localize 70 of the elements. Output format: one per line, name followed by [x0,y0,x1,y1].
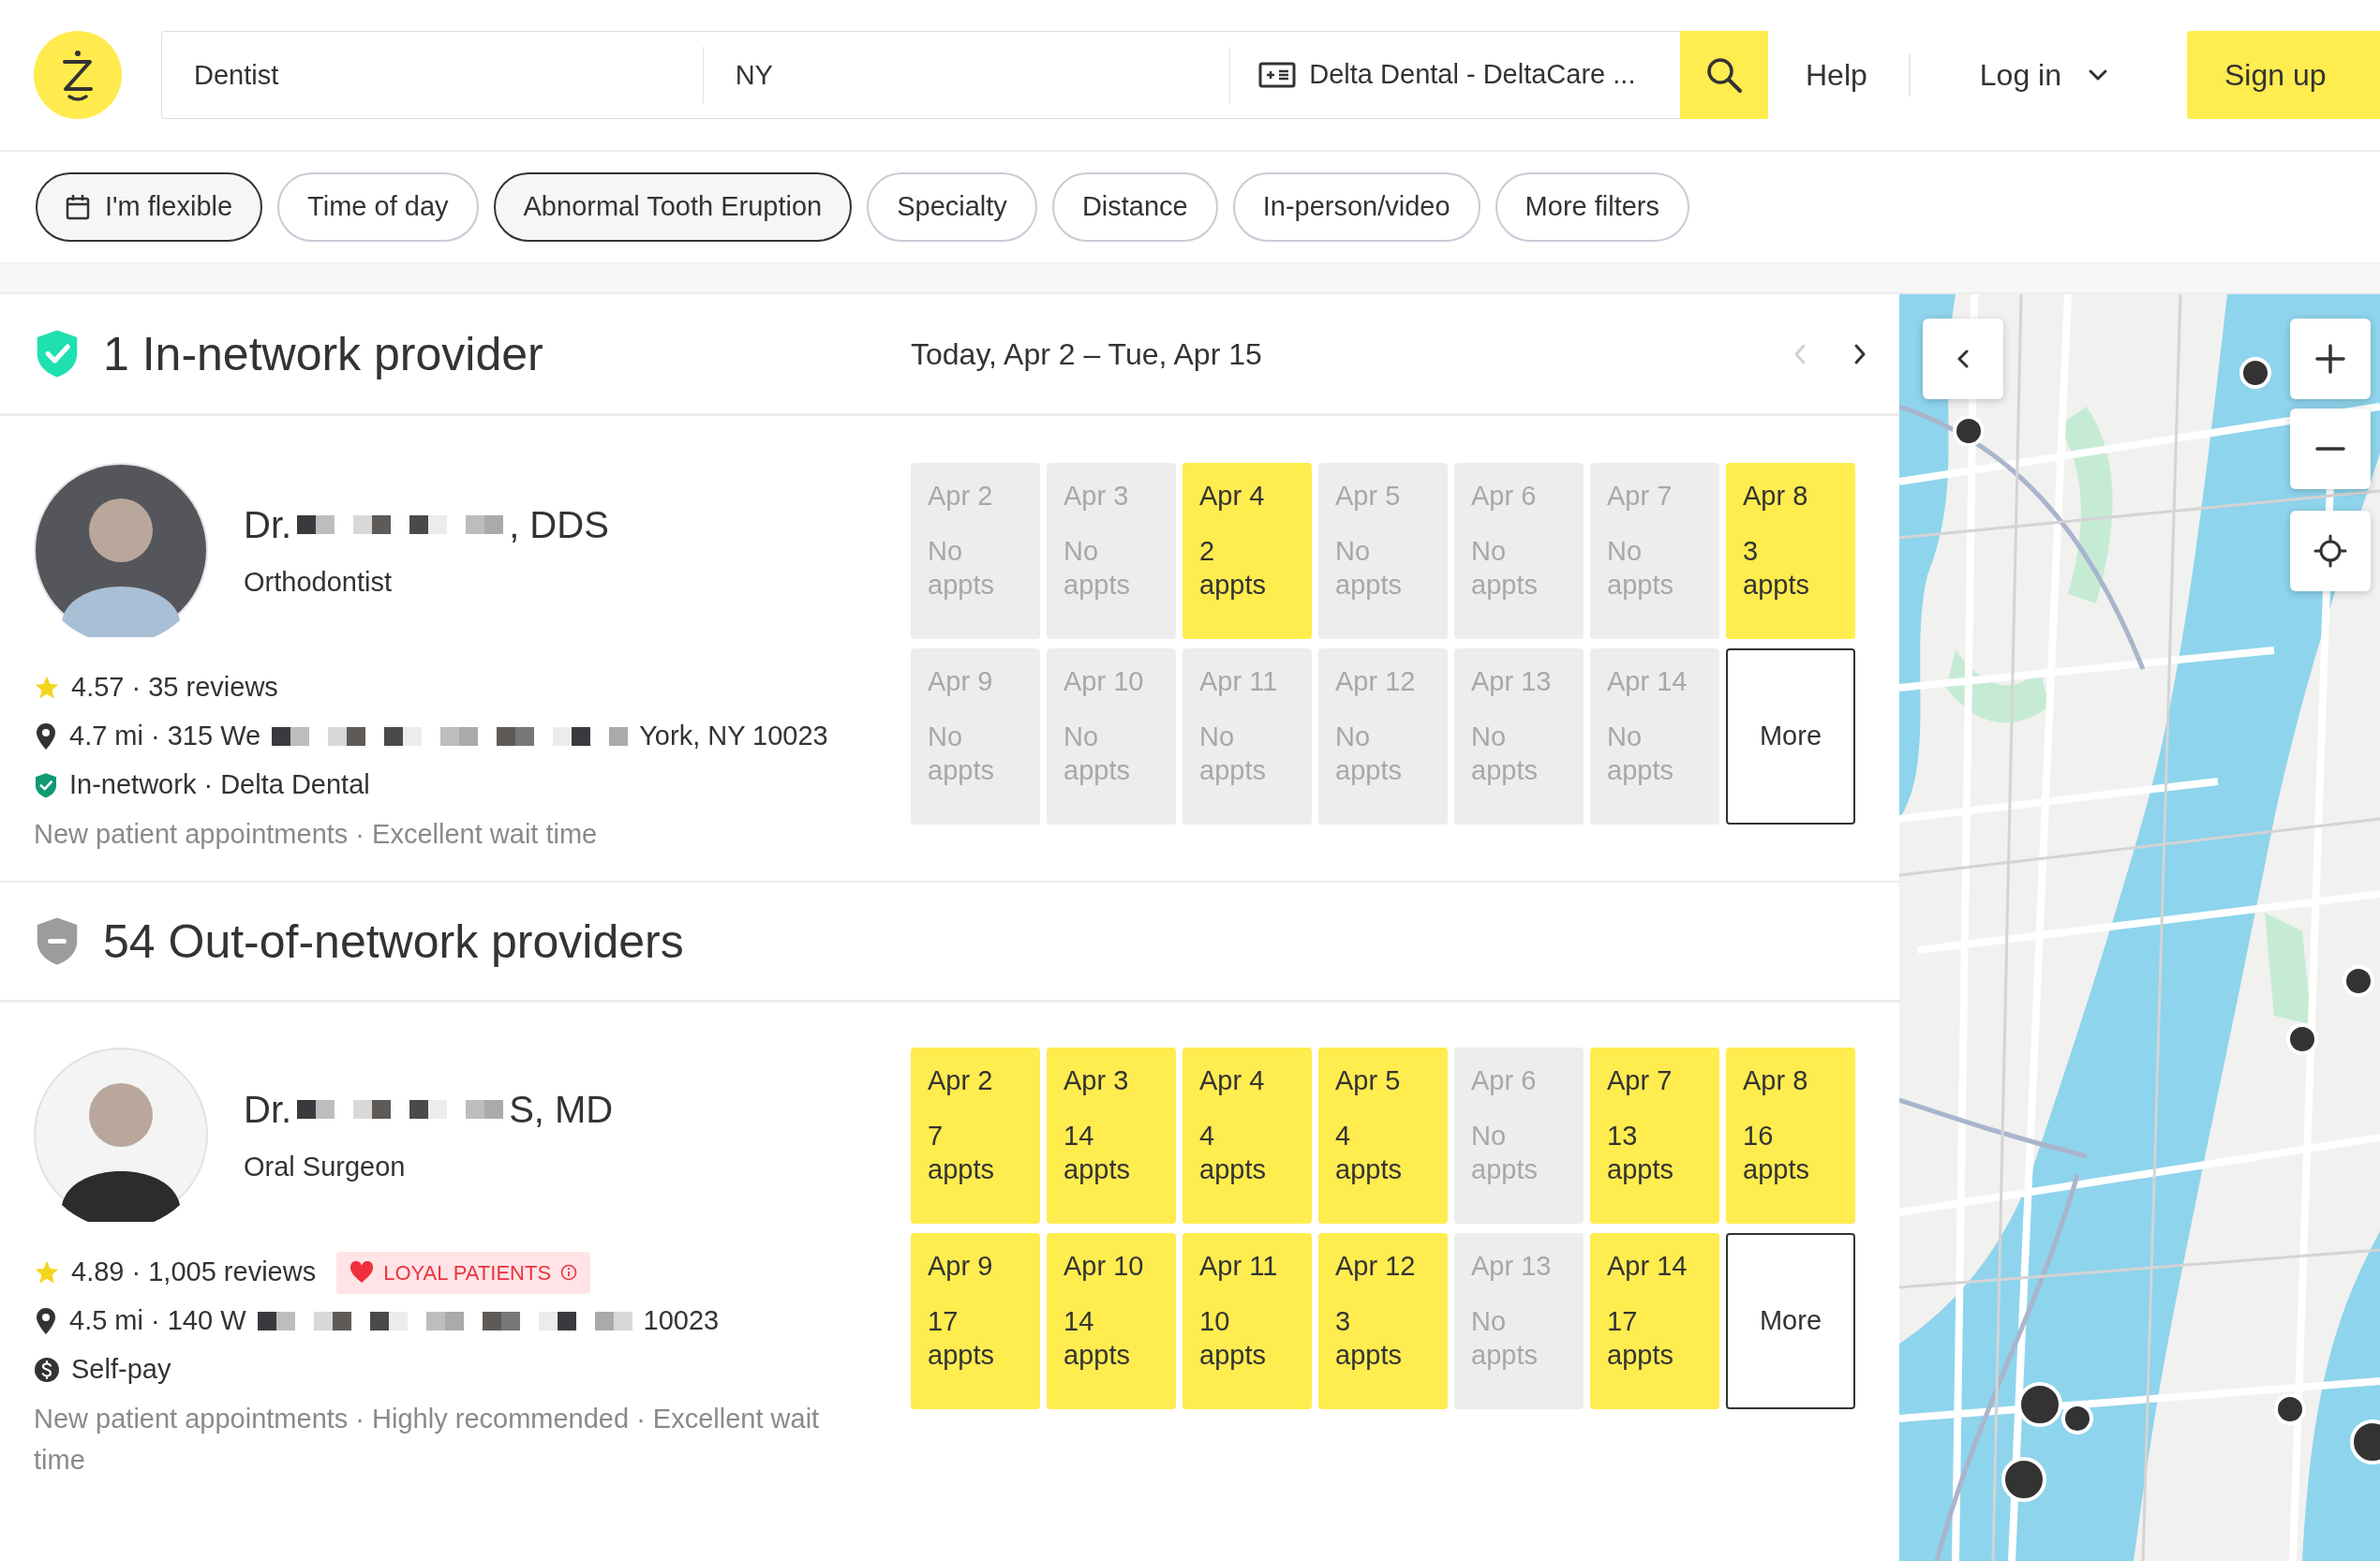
location-pin-icon [34,722,58,751]
star-icon [34,675,60,701]
more-button[interactable]: More [1726,1233,1855,1409]
chevron-left-icon [1957,349,1969,368]
day-slot[interactable]: Apr 12 3 appts [1318,1233,1448,1409]
sign-up-button[interactable]: Sign up [2187,31,2380,119]
day-slot[interactable]: Apr 11 10 appts [1183,1233,1312,1409]
insurance-selector[interactable]: Delta Dental - DeltaCare ... [1230,31,1680,119]
filter-chip[interactable]: Specialty [867,172,1037,242]
day-slot[interactable]: Apr 8 16 appts [1726,1048,1855,1224]
provider-specialty: Orthodontist [244,566,393,600]
day-slot[interactable]: Apr 3 14 appts [1047,1048,1176,1224]
crosshair-icon [2313,534,2347,568]
date-range: Today, Apr 2 – Tue, Apr 15 [911,335,1262,373]
day-slot[interactable]: Apr 7 13 appts [1590,1048,1719,1224]
locate-button[interactable] [2290,511,2371,591]
filter-chip[interactable]: Abnormal Tooth Eruption [493,172,853,242]
chevron-left-icon [1792,342,1807,365]
id-card-icon [1258,61,1297,89]
provider-name: S, MD [509,1088,614,1133]
provider-highlights: New patient appointments · Excellent wait time [34,818,599,851]
rating: 4.57 · 35 reviews [71,671,278,705]
loyal-patients-badge: LOYAL PATIENTS [336,1251,591,1294]
help-link[interactable]: Help [1806,52,1867,97]
day-slot[interactable]: Apr 9 17 appts [911,1233,1040,1409]
section-heading: 54 Out-of-network providers [103,914,684,970]
star-icon [34,1259,60,1286]
logo[interactable] [34,31,122,119]
minus-icon [2315,446,2345,452]
filter-chip[interactable]: More filters [1495,172,1690,242]
dollar-icon [34,1357,60,1383]
more-button[interactable]: More [1726,648,1855,825]
address-text: 4.5 mi · 140 W [69,1304,246,1338]
provider-name: Dr. [244,1088,292,1133]
plus-icon [2315,344,2345,374]
day-slot[interactable]: Apr 10 14 appts [1047,1233,1176,1409]
chevron-right-icon [1852,342,1867,365]
filter-chip[interactable]: In-person/video [1232,172,1480,242]
provider-highlights: New patient appointments · Highly recommended · Excellent wait time [34,1403,821,1477]
day-slot[interactable]: Apr 4 4 appts [1183,1048,1312,1224]
provider-name: Dr. [244,503,292,548]
address-text: 4.7 mi · 315 We [69,720,261,753]
heart-icon [350,1261,375,1284]
filter-chip[interactable]: I'm flexible [36,172,263,242]
provider-specialty: Oral Surgeon [244,1151,407,1184]
search-button[interactable] [1680,31,1768,119]
location-pin-icon [34,1307,58,1335]
coverage-text: In-network · Delta Dental [69,768,370,802]
search-icon [1705,56,1743,94]
rating: 4.89 · 1,005 reviews [71,1256,317,1289]
caret-icon[interactable] [2088,68,2108,82]
section-heading: 1 In-network provider [103,326,543,382]
search-field[interactable]: Dentist [161,31,703,119]
calendar-icon [66,194,90,220]
day-slot[interactable]: Apr 2 7 appts [911,1048,1040,1224]
info-icon [560,1264,578,1281]
address-text: 10023 [643,1304,720,1338]
day-slot[interactable]: Apr 4 2 appts [1183,463,1312,639]
filter-chip[interactable]: Distance [1051,172,1218,242]
filter-chip[interactable]: Time of day [277,172,479,242]
provider-name: , DDS [509,503,609,548]
login-link[interactable]: Log in [1979,52,2061,97]
address-text: York, NY 10023 [639,720,828,753]
shield-check-icon [34,771,58,799]
day-slot[interactable]: Apr 5 4 appts [1318,1048,1448,1224]
day-slot[interactable]: Apr 14 17 appts [1590,1233,1719,1409]
day-slot[interactable]: Apr 8 3 appts [1726,463,1855,639]
location-field[interactable]: NY [703,31,1230,119]
zoom-in-button[interactable] [2290,319,2371,399]
coverage-text: Self-pay [71,1353,171,1387]
